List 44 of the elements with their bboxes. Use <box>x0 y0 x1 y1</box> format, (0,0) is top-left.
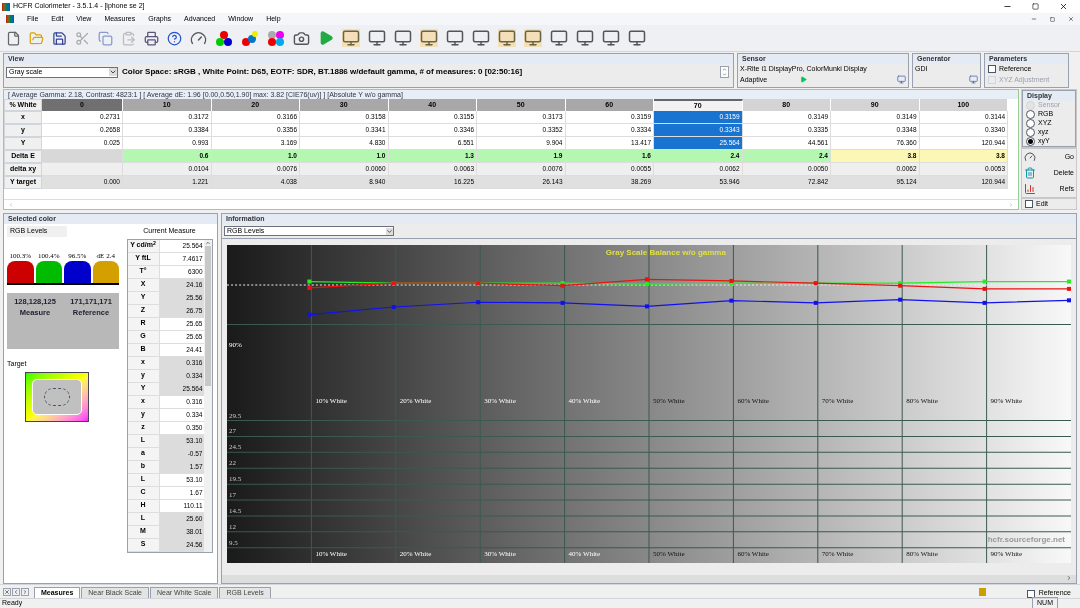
camera-icon[interactable] <box>293 29 310 47</box>
play-icon[interactable] <box>318 30 334 46</box>
checkbox[interactable] <box>988 65 996 74</box>
bar-chart-icon <box>1024 183 1036 195</box>
checkbox[interactable] <box>1025 200 1033 208</box>
radio-button[interactable] <box>1026 137 1035 146</box>
radio-button[interactable] <box>1026 119 1035 128</box>
caret-icon <box>386 227 393 235</box>
monitor-graph-icon[interactable] <box>524 29 542 47</box>
color-dots-icon[interactable] <box>241 29 259 47</box>
target-gamut-drawing <box>25 371 89 422</box>
new-file-icon[interactable] <box>6 30 21 46</box>
copy-icon[interactable] <box>98 30 113 46</box>
up-icon[interactable] <box>204 239 211 246</box>
monitor-graph-icon[interactable] <box>472 29 490 47</box>
caret-icon <box>109 68 117 76</box>
chart-title: Gray Scale Balance w/o gamma <box>605 247 726 259</box>
maximize-icon[interactable] <box>1032 3 1039 10</box>
monitor-graph-icon[interactable] <box>602 29 620 47</box>
credit-text: hcfr.sourceforge.net <box>987 534 1065 547</box>
trash-icon <box>1024 167 1036 179</box>
monitor-graph-icon[interactable] <box>498 29 516 47</box>
color-dots-icon[interactable] <box>267 29 285 47</box>
radio-button[interactable] <box>1026 110 1035 119</box>
restore-icon[interactable] <box>1050 16 1055 22</box>
radio-button[interactable] <box>1026 128 1035 137</box>
save-icon[interactable] <box>52 30 67 46</box>
monitor-graph-icon[interactable] <box>420 29 438 47</box>
scroll-right-icon[interactable] <box>1066 575 1072 581</box>
monitor-graph-icon[interactable] <box>342 29 360 47</box>
next-icon[interactable] <box>21 588 29 596</box>
close-icon[interactable] <box>1059 2 1068 11</box>
monitor-graph-icon[interactable] <box>576 29 594 47</box>
checkbox[interactable] <box>1026 590 1035 598</box>
help-icon[interactable] <box>167 30 182 46</box>
monitor-graph-icon[interactable] <box>628 29 646 47</box>
monitor-graph-icon[interactable] <box>550 29 568 47</box>
monitor-graph-icon[interactable] <box>446 29 464 47</box>
view-info-text: Color Space: sRGB , White Point: D65, EOTF: SDR, BT.1886 w/default gamma, # of measures: 0 [02:50:16] <box>122 66 524 78</box>
previous-icon[interactable] <box>12 588 20 596</box>
printer-icon[interactable] <box>144 30 159 46</box>
monitor-graph-icon[interactable] <box>394 29 412 47</box>
monitor-graph-icon[interactable] <box>368 29 386 47</box>
rgb-dots-icon[interactable] <box>215 29 233 47</box>
